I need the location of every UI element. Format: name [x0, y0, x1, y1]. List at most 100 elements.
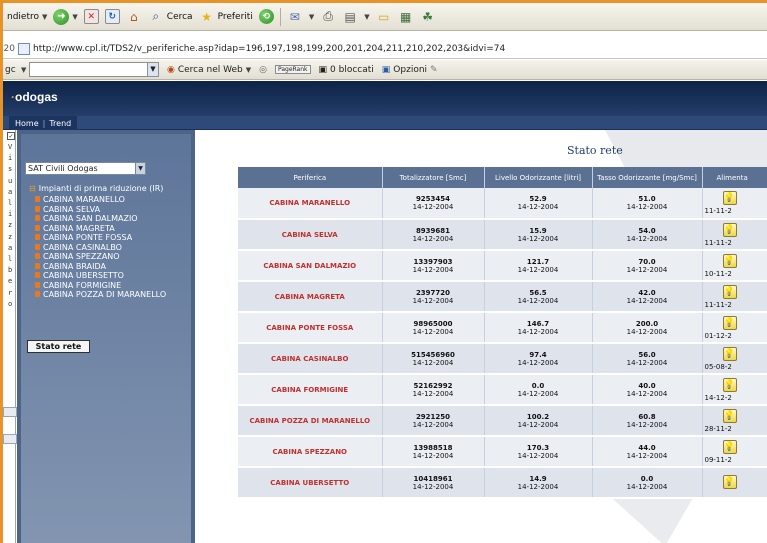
folder-icon[interactable]: ▭	[376, 9, 392, 25]
station-name-cell[interactable]: CABINA SPEZZANO	[238, 436, 383, 468]
station-name-cell[interactable]: CABINA CASINALBO	[238, 343, 383, 375]
tree-item[interactable]: CABINA MAGRETA	[29, 224, 179, 234]
edit-icon[interactable]: ▤	[342, 9, 358, 25]
network-select[interactable]: SAT Civili Odogas ▼	[25, 162, 146, 175]
station-name[interactable]: CABINA UBERSETTO	[270, 479, 349, 487]
address-url[interactable]: http://www.cpl.it/TDS2/v_periferiche.asp…	[33, 44, 505, 54]
table-row[interactable]: CABINA MAGRETA 2397720 14-12-2004 56.5 14-12…	[238, 281, 767, 313]
lightbulb-icon[interactable]: 💡	[722, 439, 737, 454]
station-name-cell[interactable]: CABINA MARANELLO	[238, 188, 383, 220]
lightbulb-icon[interactable]: 💡	[722, 474, 737, 489]
stop-icon[interactable]: ✕	[83, 9, 99, 24]
site-logo[interactable]: ·odogas	[11, 90, 58, 104]
mail-icon[interactable]: ✉	[287, 9, 303, 25]
station-name[interactable]: CABINA PONTE FOSSA	[266, 324, 353, 332]
tree-item[interactable]: CABINA POZZA DI MARANELLO	[29, 290, 179, 300]
pagerank-button[interactable]: PageRank	[274, 65, 311, 74]
vertical-label-letter: V	[8, 143, 13, 151]
table-row[interactable]: CABINA POZZA DI MARANELLO 2921250 14-12-20…	[238, 405, 767, 437]
power-cell[interactable]: 💡 01-12-2	[702, 312, 767, 344]
level-cell: 0.0 14-12-2004	[484, 374, 593, 406]
tree-item[interactable]: CABINA SELVA	[29, 205, 179, 215]
station-name[interactable]: CABINA POZZA DI MARANELLO	[249, 417, 370, 425]
power-cell[interactable]: 💡 28-11-2	[702, 405, 767, 437]
toolbar-tool-button[interactable]: ◎	[259, 65, 267, 75]
chevron-down-icon[interactable]: ▼	[135, 163, 145, 174]
table-row[interactable]: CABINA PONTE FOSSA 98965000 14-12-2004 146.…	[238, 312, 767, 344]
tree-item[interactable]: CABINA CASINALBO	[29, 243, 179, 253]
station-name[interactable]: CABINA SPEZZANO	[272, 448, 347, 456]
tree-item[interactable]: CABINA PONTE FOSSA	[29, 233, 179, 243]
refresh-icon[interactable]: ↻	[104, 9, 120, 24]
lightbulb-icon[interactable]: 💡	[722, 408, 737, 423]
station-name[interactable]: CABINA SELVA	[282, 231, 338, 239]
history-icon[interactable]: ⟲	[258, 9, 274, 24]
station-name-cell[interactable]: CABINA SAN DALMAZIO	[238, 250, 383, 282]
lightbulb-icon[interactable]: 💡	[722, 191, 737, 205]
station-name-cell[interactable]: CABINA FORMIGINE	[238, 374, 383, 406]
lightbulb-icon[interactable]: 💡	[722, 315, 737, 330]
stato-rete-button[interactable]: Stato rete	[27, 340, 90, 353]
chevron-down-icon[interactable]: ▼	[21, 66, 26, 74]
power-cell[interactable]: 💡 09-11-2	[702, 436, 767, 468]
lightbulb-icon[interactable]: 💡	[722, 253, 737, 268]
power-cell[interactable]: 💡 11-11-2	[702, 188, 767, 220]
rate-date: 14-12-2004	[626, 203, 668, 211]
web-search-input[interactable]: ▼	[29, 62, 159, 77]
table-row[interactable]: CABINA SELVA 8939681 14-12-2004 15.9 14-12-2…	[238, 219, 767, 251]
table-row[interactable]: CABINA SPEZZANO 13988518 14-12-2004 170.3 14…	[238, 436, 767, 468]
station-name[interactable]: CABINA SAN DALMAZIO	[263, 262, 356, 270]
home-icon[interactable]: ⌂	[126, 9, 142, 25]
back-button[interactable]: ndietro ▼	[7, 12, 47, 22]
table-row[interactable]: CABINA UBERSETTO 10418961 14-12-2004 14.9 14…	[238, 467, 767, 499]
print-icon[interactable]: ⎙	[320, 9, 336, 25]
station-name-cell[interactable]: CABINA PONTE FOSSA	[238, 312, 383, 344]
station-name[interactable]: CABINA FORMIGINE	[271, 386, 348, 394]
station-name[interactable]: CABINA MAGRETA	[275, 293, 345, 301]
power-cell[interactable]: 💡 14-12-2	[702, 374, 767, 406]
nav-home[interactable]: Home	[15, 119, 39, 128]
station-name[interactable]: CABINA CASINALBO	[271, 355, 348, 363]
web-search-button[interactable]: ◉ Cerca nel Web ▼	[167, 65, 251, 75]
table-row[interactable]: CABINA FORMIGINE 52162992 14-12-2004 0.0 14-…	[238, 374, 767, 406]
tree-item[interactable]: CABINA BRAIDA	[29, 262, 179, 272]
vertical-label-letter: s	[8, 165, 13, 174]
tree-item[interactable]: CABINA FORMIGINE	[29, 281, 179, 291]
tree-item[interactable]: CABINA MARANELLO	[29, 195, 179, 205]
popup-blocker-button[interactable]: ▣ 0 bloccati	[319, 65, 374, 75]
tree-item[interactable]: CABINA SAN DALMAZIO	[29, 214, 179, 224]
tree-toggle-checkbox[interactable]: ✓	[7, 132, 15, 140]
power-cell[interactable]: 💡	[702, 467, 767, 499]
level-cell: 100.2 14-12-2004	[484, 405, 593, 437]
power-cell[interactable]: 💡 05-08-2	[702, 343, 767, 375]
lightbulb-icon[interactable]: 💡	[722, 222, 737, 237]
search-button[interactable]: ⌕ Cerca	[148, 9, 192, 25]
station-name-cell[interactable]: CABINA UBERSETTO	[238, 467, 383, 499]
tree-root[interactable]: ⊟ Impianti di prima riduzione (IR)	[29, 184, 179, 193]
tools-icon[interactable]: ▦	[398, 9, 414, 25]
station-name[interactable]: CABINA MARANELLO	[269, 199, 350, 207]
tree-item[interactable]: CABINA SPEZZANO	[29, 252, 179, 262]
chevron-down-icon[interactable]: ▼	[147, 63, 158, 76]
station-name-cell[interactable]: CABINA MAGRETA	[238, 281, 383, 313]
address-bar[interactable]: 20 http://www.cpl.it/TDS2/v_periferiche.…	[3, 39, 767, 59]
options-button[interactable]: ▣ Opzioni ✎	[382, 65, 438, 75]
nav-trend[interactable]: Trend	[49, 119, 71, 128]
favorites-button[interactable]: ★ Preferiti	[199, 9, 253, 25]
table-row[interactable]: CABINA MARANELLO 9253454 14-12-2004 52.9 14-…	[238, 188, 767, 220]
power-cell[interactable]: 💡 11-11-2	[702, 281, 767, 313]
messenger-icon[interactable]: ☘	[420, 9, 436, 25]
lightbulb-icon[interactable]: 💡	[722, 346, 737, 361]
tree-item-label: CABINA PONTE FOSSA	[43, 233, 133, 242]
totalizer-value: 8939681	[415, 226, 451, 235]
forward-button[interactable]: ➜ ▼	[53, 8, 78, 25]
power-cell[interactable]: 💡 10-11-2	[702, 250, 767, 282]
power-cell[interactable]: 💡 11-11-2	[702, 219, 767, 251]
tree-item[interactable]: CABINA UBERSETTO	[29, 271, 179, 281]
table-row[interactable]: CABINA CASINALBO 515456960 14-12-2004 97.4 1…	[238, 343, 767, 375]
station-name-cell[interactable]: CABINA POZZA DI MARANELLO	[238, 405, 383, 437]
lightbulb-icon[interactable]: 💡	[722, 284, 737, 299]
station-name-cell[interactable]: CABINA SELVA	[238, 219, 383, 251]
lightbulb-icon[interactable]: 💡	[722, 377, 737, 392]
table-row[interactable]: CABINA SAN DALMAZIO 13397903 14-12-2004 121…	[238, 250, 767, 282]
